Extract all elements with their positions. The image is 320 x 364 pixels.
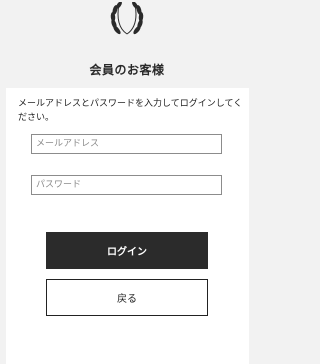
login-card: メールアドレスとパスワードを入力してログインしてください。 ログイン 戻る (6, 88, 249, 364)
laurel-wreath-icon (110, 2, 144, 35)
login-instructions: メールアドレスとパスワードを入力してログインしてください。 (18, 99, 243, 123)
login-button[interactable]: ログイン (46, 232, 208, 269)
email-field[interactable] (31, 134, 222, 154)
page-title: 会員のお客様 (89, 63, 165, 77)
password-field[interactable] (31, 175, 222, 195)
login-button-label: ログイン (107, 247, 147, 258)
back-button[interactable]: 戻る (46, 279, 208, 316)
back-button-label: 戻る (117, 294, 137, 305)
